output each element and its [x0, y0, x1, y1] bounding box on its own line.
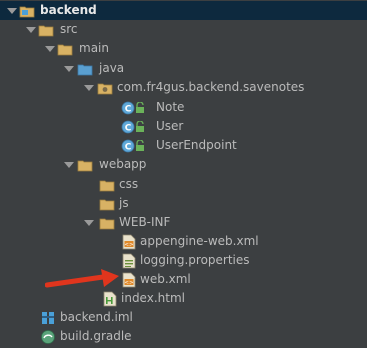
- tree-item-userendpoint[interactable]: C UserEndpoint: [0, 136, 367, 155]
- properties-file-icon: [121, 253, 137, 269]
- tree-item-label: webapp: [99, 157, 147, 171]
- tree-item-backend[interactable]: backend: [0, 1, 367, 20]
- chevron-down-icon[interactable]: [84, 218, 94, 228]
- folder-icon: [99, 177, 115, 193]
- chevron-down-icon[interactable]: [45, 44, 55, 54]
- tree-item-web-inf[interactable]: WEB-INF: [0, 213, 367, 232]
- tree-item-label: appengine-web.xml: [140, 234, 259, 248]
- svg-text:C: C: [125, 104, 132, 114]
- folder-icon: [99, 196, 115, 212]
- svg-text:<>: <>: [124, 242, 134, 248]
- tree-item-webapp[interactable]: webapp: [0, 155, 367, 174]
- tree-item-label: js: [119, 196, 129, 210]
- html-file-icon: [102, 291, 118, 307]
- tree-item-js[interactable]: js: [0, 194, 367, 213]
- tree-item-label: web.xml: [140, 272, 191, 286]
- folder-icon: [38, 22, 54, 38]
- svg-text:C: C: [125, 142, 132, 152]
- tree-item-index-html[interactable]: index.html: [0, 289, 367, 308]
- chevron-down-icon[interactable]: [7, 6, 17, 16]
- tree-item-label: User: [156, 119, 184, 133]
- folder-icon: [99, 215, 115, 231]
- tree-item-label: backend: [40, 3, 97, 17]
- package-icon: [97, 80, 113, 96]
- tree-item-note[interactable]: C Note: [0, 98, 367, 117]
- tree-item-label: build.gradle: [60, 329, 132, 343]
- lock-open-icon: [135, 138, 145, 154]
- tree-item-label: WEB-INF: [119, 215, 171, 229]
- folder-icon: [57, 41, 73, 57]
- chevron-down-icon[interactable]: [64, 64, 74, 74]
- tree-item-src[interactable]: src: [0, 20, 367, 39]
- tree-item-label: src: [60, 22, 78, 36]
- tree-item-package[interactable]: com.fr4gus.backend.savenotes: [0, 78, 367, 97]
- tree-item-label: com.fr4gus.backend.savenotes: [117, 80, 305, 94]
- project-tree: backend src main java com.fr4gus.backend…: [0, 0, 367, 348]
- module-folder-icon: [19, 3, 35, 19]
- lock-open-icon: [135, 119, 145, 135]
- iml-file-icon: [40, 310, 56, 326]
- tree-item-label: main: [79, 41, 109, 55]
- tree-item-build-gradle[interactable]: build.gradle: [0, 327, 367, 346]
- chevron-down-icon[interactable]: [64, 160, 74, 170]
- xml-file-icon: <>: [121, 234, 137, 250]
- tree-item-label: logging.properties: [140, 253, 250, 267]
- chevron-down-icon[interactable]: [84, 83, 94, 93]
- lock-open-icon: [135, 100, 145, 116]
- xml-file-icon: <>: [121, 272, 137, 288]
- svg-text:C: C: [125, 123, 132, 133]
- svg-text:<>: <>: [124, 280, 134, 286]
- tree-item-backend-iml[interactable]: backend.iml: [0, 308, 367, 327]
- tree-item-label: Note: [156, 100, 185, 114]
- tree-item-appengine-web-xml[interactable]: <> appengine-web.xml: [0, 232, 367, 251]
- tree-item-label: backend.iml: [60, 310, 133, 324]
- tree-item-user[interactable]: C User: [0, 117, 367, 136]
- chevron-down-icon[interactable]: [26, 25, 36, 35]
- tree-item-css[interactable]: css: [0, 175, 367, 194]
- gradle-file-icon: [40, 329, 56, 345]
- callout-arrow-icon: [45, 269, 119, 288]
- tree-item-label: css: [119, 177, 139, 191]
- tree-item-label: java: [99, 61, 125, 75]
- tree-item-label: index.html: [121, 291, 185, 305]
- source-folder-icon: [77, 61, 93, 77]
- folder-icon: [77, 157, 93, 173]
- tree-item-java[interactable]: java: [0, 59, 367, 78]
- tree-item-main[interactable]: main: [0, 39, 367, 58]
- tree-item-label: UserEndpoint: [156, 138, 237, 152]
